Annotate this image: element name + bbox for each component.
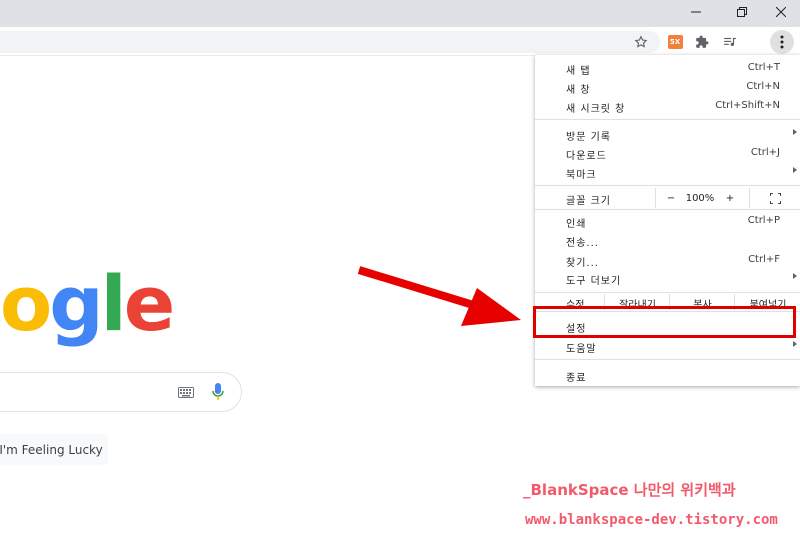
menu-separator [535, 185, 800, 186]
menu-separator [535, 292, 800, 293]
minimize-button[interactable] [677, 0, 715, 24]
logo-letter-l: l [100, 259, 127, 348]
zoom-label: 글꼴 크기 [566, 196, 611, 207]
playlist-icon [724, 37, 736, 47]
menu-shortcut: Ctrl+F [748, 254, 780, 265]
menu-separator [535, 209, 800, 210]
menu-item-bookmarks[interactable]: 북마크 [535, 163, 800, 182]
logo-letter-e: e [123, 259, 176, 348]
menu-label: 다운로드 [566, 151, 607, 162]
feeling-lucky-button[interactable]: I'm Feeling Lucky [0, 434, 108, 465]
kebab-menu-icon [780, 35, 784, 49]
restore-icon [737, 7, 747, 17]
menu-item-exit[interactable]: 종료 [535, 366, 800, 385]
menu-item-cast[interactable]: 전송... [535, 231, 800, 250]
submenu-arrow-icon [793, 341, 797, 347]
menu-shortcut: Ctrl+N [746, 81, 780, 92]
menu-item-new-window[interactable]: 새 창 Ctrl+N [535, 78, 800, 97]
menu-item-history[interactable]: 방문 기록 [535, 125, 800, 144]
bookmark-star-button[interactable] [630, 31, 652, 53]
menu-item-new-tab[interactable]: 새 탭 Ctrl+T [535, 59, 800, 78]
minimize-icon [691, 11, 701, 13]
menu-shortcut: Ctrl+Shift+N [715, 100, 780, 111]
submenu-arrow-icon [793, 167, 797, 173]
menu-item-downloads[interactable]: 다운로드 Ctrl+J [535, 144, 800, 163]
settings-highlight-box [533, 306, 796, 338]
logo-letter-g: g [49, 259, 103, 348]
menu-item-help[interactable]: 도움말 [535, 337, 800, 356]
extension-badge-icon: 5X [667, 35, 683, 49]
fullscreen-icon [770, 192, 781, 204]
menu-separator [535, 359, 800, 360]
submenu-arrow-icon [793, 273, 797, 279]
watermark-url: www.blankspace-dev.tistory.com [525, 512, 778, 528]
menu-label: 새 시크릿 창 [566, 104, 626, 115]
title-bar [0, 0, 800, 27]
extensions-button[interactable] [691, 31, 713, 53]
menu-shortcut: Ctrl+J [750, 147, 780, 158]
search-input[interactable] [0, 372, 242, 412]
menu-separator [535, 119, 800, 120]
menu-label: 종료 [566, 373, 587, 384]
restore-button[interactable] [723, 0, 761, 24]
plus-icon: + [725, 192, 735, 204]
menu-label: 인쇄 [566, 219, 587, 230]
submenu-arrow-icon [793, 129, 797, 135]
menu-zoom-row: 글꼴 크기 − 100% + [535, 188, 800, 208]
menu-label: 새 탭 [566, 66, 591, 77]
menu-label: 전송... [566, 238, 599, 249]
menu-label: 도움말 [566, 344, 597, 355]
zoom-out-button[interactable]: − [655, 188, 686, 208]
menu-label: 도구 더보기 [566, 276, 622, 287]
fullscreen-button[interactable] [749, 188, 800, 208]
menu-label: 북마크 [566, 170, 597, 181]
keyboard-icon[interactable] [178, 387, 194, 398]
menu-item-find[interactable]: 찾기... Ctrl+F [535, 251, 800, 270]
minus-icon: − [666, 192, 676, 204]
extension-5x-button[interactable]: 5X [664, 31, 686, 53]
zoom-in-button[interactable]: + [715, 188, 745, 208]
menu-item-incognito[interactable]: 새 시크릿 창 Ctrl+Shift+N [535, 97, 800, 116]
menu-label: 새 창 [566, 85, 591, 96]
zoom-value: 100% [685, 192, 715, 204]
menu-shortcut: Ctrl+P [747, 215, 780, 226]
close-icon [776, 7, 786, 17]
microphone-icon[interactable] [212, 383, 224, 401]
menu-item-print[interactable]: 인쇄 Ctrl+P [535, 212, 800, 231]
menu-shortcut: Ctrl+T [747, 62, 780, 73]
chrome-menu-button[interactable] [770, 30, 794, 54]
menu-label: 찾기... [566, 258, 599, 269]
media-button[interactable] [719, 31, 741, 53]
star-icon [634, 35, 648, 48]
close-button[interactable] [762, 0, 800, 24]
logo-letter-o: o [0, 259, 52, 348]
menu-label: 방문 기록 [566, 132, 611, 143]
browser-toolbar: 5X [0, 27, 800, 56]
address-bar[interactable] [0, 31, 660, 53]
red-arrow-annotation [357, 266, 521, 326]
watermark-title: _BlankSpace 나만의 위키백과 [523, 481, 736, 499]
menu-item-more-tools[interactable]: 도구 더보기 [535, 269, 800, 288]
google-logo: ogle [0, 266, 175, 342]
puzzle-icon [696, 35, 709, 48]
